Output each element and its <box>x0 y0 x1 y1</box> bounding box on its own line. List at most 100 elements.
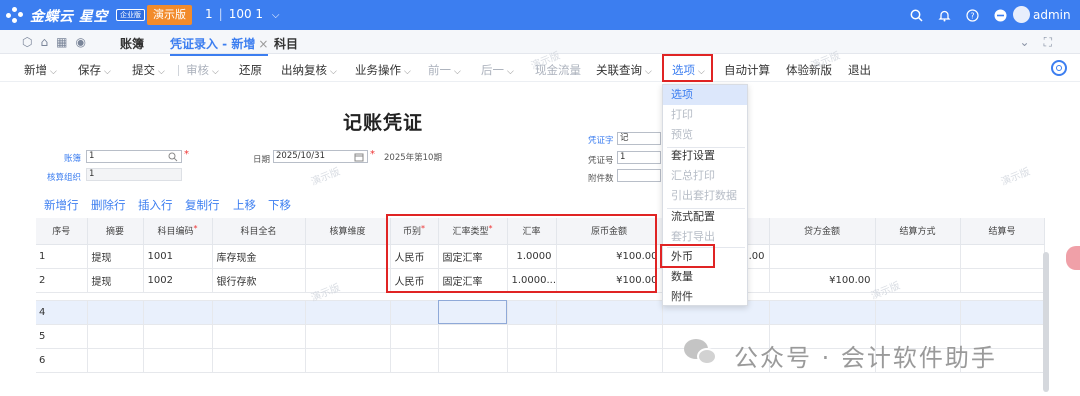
credit-cell[interactable] <box>769 244 876 269</box>
summary-cell[interactable]: 提现 <box>87 268 144 293</box>
restore-button[interactable]: 还原 <box>239 62 262 78</box>
move-down-button[interactable]: 下移 <box>268 197 291 213</box>
account-code-cell[interactable]: 1002 <box>143 268 213 293</box>
account-code-cell[interactable] <box>143 324 213 349</box>
rate-type-cell[interactable] <box>438 300 508 325</box>
chat-icon[interactable]: ◉ <box>75 35 85 49</box>
audit-button[interactable]: 审核 ⌵ <box>186 62 219 78</box>
exit-button[interactable]: 退出 <box>848 62 871 78</box>
tab-voucher-entry[interactable]: 凭证录入 - 新增 × <box>170 35 269 56</box>
menu-item-attachments[interactable]: 附件 <box>663 287 747 307</box>
settle-method-cell[interactable] <box>875 244 961 269</box>
column-header[interactable]: 结算号 <box>960 218 1045 245</box>
attachments-field[interactable] <box>617 169 661 182</box>
account-code-cell[interactable] <box>143 348 213 373</box>
column-header[interactable]: 币别* <box>390 218 439 245</box>
rate-cell[interactable] <box>507 324 557 349</box>
apps-grid-icon[interactable]: ▦ <box>56 35 67 49</box>
related-query-button[interactable]: 关联查询 ⌵ <box>596 62 652 78</box>
help-icon[interactable]: ? <box>964 7 980 23</box>
options-button[interactable]: 选项 ⌵ <box>672 62 705 78</box>
currency-cell[interactable] <box>390 300 439 325</box>
summary-cell[interactable] <box>87 348 144 373</box>
rate-cell[interactable]: 1.0000... <box>507 268 557 293</box>
account-name-cell[interactable]: 银行存款 <box>212 268 306 293</box>
dimension-cell[interactable] <box>305 244 391 269</box>
copy-row-button[interactable]: 复制行 <box>185 197 220 213</box>
username[interactable]: admin <box>1033 8 1071 22</box>
add-row-button[interactable]: 新增行 <box>44 197 79 213</box>
fullscreen-icon[interactable]: ⛶ <box>1044 35 1066 49</box>
menu-item-options[interactable]: 选项 <box>663 85 747 105</box>
side-assistant-tab[interactable] <box>1066 246 1080 270</box>
submit-button[interactable]: 提交 ⌵ <box>132 62 165 78</box>
home-icon[interactable]: ⌂ <box>40 35 48 49</box>
column-header[interactable]: 原币金额 <box>556 218 663 245</box>
ledger-field[interactable]: 1 <box>86 150 182 163</box>
vertical-scrollbar[interactable] <box>1043 252 1049 392</box>
voucher-word-field[interactable]: 记 <box>617 132 661 145</box>
orig-amount-cell[interactable] <box>556 348 663 373</box>
calendar-icon[interactable] <box>354 152 364 162</box>
tab-accounts[interactable]: 科目 <box>274 35 298 52</box>
menu-item-print-setup[interactable]: 套打设置 <box>663 146 747 166</box>
minus-circle-icon[interactable] <box>992 7 1008 23</box>
account-name-cell[interactable] <box>212 300 306 325</box>
menu-item-preview[interactable]: 预览 <box>663 125 747 145</box>
collapse-icon[interactable]: ⌄ <box>1020 35 1044 49</box>
orig-amount-cell[interactable] <box>556 324 663 349</box>
save-button[interactable]: 保存 ⌵ <box>78 62 111 78</box>
insert-row-button[interactable]: 插入行 <box>138 197 173 213</box>
currency-cell[interactable] <box>390 348 439 373</box>
rate-cell[interactable]: 1.0000 <box>507 244 557 269</box>
settle-no-cell[interactable] <box>960 300 1045 325</box>
menu-item-foreign-currency[interactable]: 外币 <box>663 247 747 267</box>
column-header[interactable]: 摘要 <box>87 218 144 245</box>
column-header[interactable]: 贷方金额 <box>769 218 876 245</box>
settle-no-cell[interactable] <box>960 244 1045 269</box>
dimension-cell[interactable] <box>305 324 391 349</box>
new-button[interactable]: 新增 ⌵ <box>24 62 57 78</box>
next-button[interactable]: 后一 ⌵ <box>481 62 514 78</box>
demo-badge[interactable]: 演示版 <box>147 5 192 25</box>
close-icon[interactable]: × <box>258 37 268 51</box>
menu-item-quantity[interactable]: 数量 <box>663 267 747 287</box>
menu-item-print-export[interactable]: 套打导出 <box>663 227 747 247</box>
column-header[interactable]: 结算方式 <box>875 218 961 245</box>
currency-cell[interactable]: 人民币 <box>390 268 439 293</box>
dimension-cell[interactable] <box>305 348 391 373</box>
currency-cell[interactable] <box>390 324 439 349</box>
move-up-button[interactable]: 上移 <box>233 197 256 213</box>
settle-method-cell[interactable] <box>875 300 961 325</box>
summary-cell[interactable] <box>87 324 144 349</box>
summary-cell[interactable] <box>87 300 144 325</box>
date-field[interactable]: 2025/10/31 <box>273 150 368 163</box>
tab-ledger[interactable]: 账簿 <box>120 35 144 52</box>
search-icon[interactable] <box>168 152 178 162</box>
currency-cell[interactable]: 人民币 <box>390 244 439 269</box>
search-icon[interactable] <box>908 7 924 23</box>
cube-icon[interactable]: ⬡ <box>22 35 32 49</box>
rate-cell[interactable] <box>507 348 557 373</box>
table-row[interactable]: 4 <box>36 300 1045 325</box>
account-code-cell[interactable]: 1001 <box>143 244 213 269</box>
rate-type-cell[interactable]: 固定汇率 <box>438 244 508 269</box>
column-header[interactable]: 科目编码* <box>143 218 213 245</box>
menu-item-summary-print[interactable]: 汇总打印 <box>663 166 747 186</box>
dimension-cell[interactable] <box>305 300 391 325</box>
settle-no-cell[interactable] <box>960 268 1045 293</box>
menu-item-export-print-data[interactable]: 引出套打数据 <box>663 186 747 206</box>
prev-button[interactable]: 前一 ⌵ <box>428 62 461 78</box>
account-name-cell[interactable] <box>212 324 306 349</box>
delete-row-button[interactable]: 删除行 <box>91 197 126 213</box>
avatar[interactable] <box>1013 6 1030 23</box>
bell-icon[interactable] <box>936 7 952 23</box>
cashier-review-button[interactable]: 出纳复核 ⌵ <box>281 62 337 78</box>
table-row[interactable]: 1 提现 1001 库存现金 人民币 固定汇率 1.0000 ¥100.00 .… <box>36 244 1045 269</box>
rate-cell[interactable] <box>507 300 557 325</box>
credit-cell[interactable] <box>769 300 876 325</box>
auto-calc-button[interactable]: 自动计算 <box>724 62 770 78</box>
menu-item-flow-config[interactable]: 流式配置 <box>663 207 747 227</box>
settings-gear-icon[interactable] <box>1051 60 1067 76</box>
org-switcher[interactable]: 1 | 100 1 ⌵ <box>205 7 279 21</box>
